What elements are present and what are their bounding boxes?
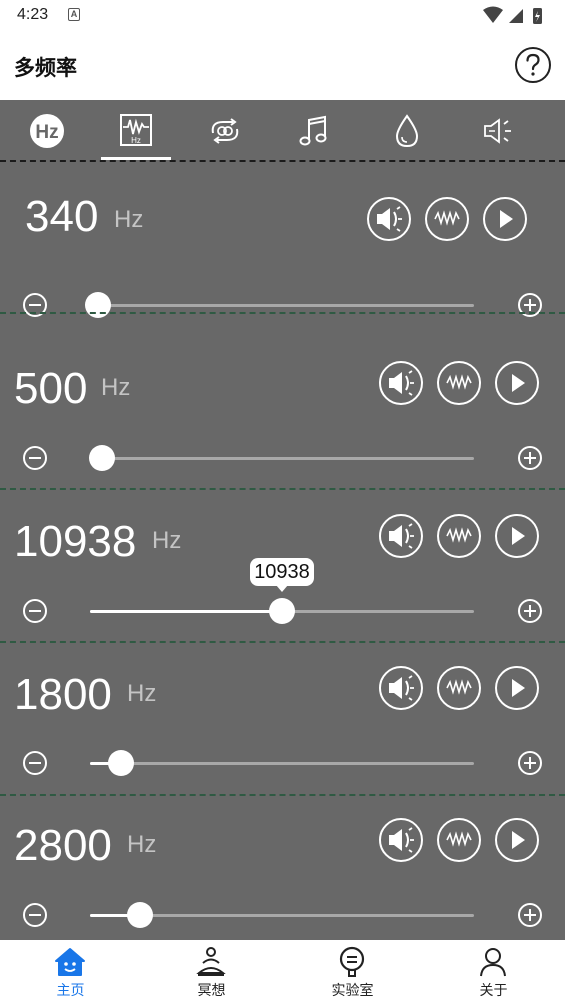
tab-droplet[interactable] bbox=[360, 100, 454, 162]
volume-button[interactable] bbox=[378, 360, 424, 406]
plus-icon[interactable] bbox=[517, 445, 543, 471]
minus-icon[interactable] bbox=[22, 750, 48, 776]
loop-icon bbox=[211, 118, 239, 144]
nav-item-home[interactable]: 主页 bbox=[0, 940, 141, 1004]
app-bar: 多频率 bbox=[0, 32, 565, 100]
droplet-icon bbox=[395, 114, 419, 148]
slider-value-tooltip: 10938 bbox=[250, 558, 314, 592]
meditation-icon bbox=[196, 947, 226, 976]
waveform-button[interactable] bbox=[436, 665, 482, 711]
frequency-value: 1800 bbox=[14, 670, 112, 719]
tab-music[interactable] bbox=[267, 100, 361, 162]
speaker-icon bbox=[484, 118, 511, 144]
status-icons bbox=[483, 6, 542, 24]
main-panel: Hz Hz 340 Hz 500 Hz 10938 Hz 10938 1800 … bbox=[0, 100, 565, 940]
tab-hz[interactable]: Hz bbox=[0, 100, 94, 162]
signal-icon bbox=[509, 9, 523, 23]
plus-icon[interactable] bbox=[517, 902, 543, 928]
frequency-slider[interactable] bbox=[90, 902, 474, 928]
home-icon bbox=[55, 948, 85, 976]
frequency-slider[interactable] bbox=[90, 750, 474, 776]
slider-thumb[interactable] bbox=[269, 598, 295, 624]
waveform-button[interactable] bbox=[424, 196, 470, 242]
volume-button[interactable] bbox=[366, 196, 412, 242]
plus-icon[interactable] bbox=[517, 598, 543, 624]
card-divider bbox=[0, 641, 565, 643]
frequency-value: 10938 bbox=[14, 517, 137, 566]
minus-icon[interactable] bbox=[22, 445, 48, 471]
hz-icon: Hz bbox=[30, 114, 64, 148]
lab-icon bbox=[339, 946, 365, 977]
frequency-unit: Hz bbox=[114, 206, 144, 233]
play-button[interactable] bbox=[494, 665, 540, 711]
volume-button[interactable] bbox=[378, 513, 424, 559]
frequency-value: 500 bbox=[14, 364, 88, 413]
nav-label: 主页 bbox=[56, 982, 85, 998]
play-button[interactable] bbox=[494, 817, 540, 863]
slider-thumb[interactable] bbox=[108, 750, 134, 776]
waveform-button[interactable] bbox=[436, 513, 482, 559]
music-note-icon bbox=[299, 115, 327, 146]
waveform-button[interactable] bbox=[436, 360, 482, 406]
help-icon[interactable] bbox=[514, 46, 552, 84]
person-icon bbox=[480, 948, 506, 977]
tab-waveform[interactable]: Hz bbox=[89, 100, 183, 162]
frequency-unit: Hz bbox=[127, 680, 157, 707]
play-button[interactable] bbox=[482, 196, 528, 242]
card-divider bbox=[0, 794, 565, 796]
mode-tabs: Hz Hz bbox=[0, 100, 565, 162]
plus-icon[interactable] bbox=[517, 750, 543, 776]
slider-thumb[interactable] bbox=[127, 902, 153, 928]
nav-item-meditation[interactable]: 冥想 bbox=[141, 940, 282, 1004]
slider-thumb[interactable] bbox=[89, 445, 115, 471]
nav-item-about[interactable]: 关于 bbox=[423, 940, 564, 1004]
frequency-slider[interactable] bbox=[89, 445, 474, 471]
nav-label: 实验室 bbox=[331, 982, 374, 998]
frequency-slider[interactable] bbox=[85, 292, 474, 318]
frequency-value: 2800 bbox=[14, 821, 112, 870]
page-title: 多频率 bbox=[14, 57, 77, 80]
volume-button[interactable] bbox=[378, 817, 424, 863]
tab-speaker[interactable] bbox=[452, 100, 546, 162]
waveform-button[interactable] bbox=[436, 817, 482, 863]
nav-label: 冥想 bbox=[197, 982, 226, 998]
play-button[interactable] bbox=[494, 513, 540, 559]
plus-icon[interactable] bbox=[517, 292, 543, 318]
nav-label: 关于 bbox=[479, 982, 508, 998]
frequency-unit: Hz bbox=[127, 831, 157, 858]
frequency-unit: Hz bbox=[101, 374, 131, 401]
volume-button[interactable] bbox=[378, 665, 424, 711]
play-button[interactable] bbox=[494, 360, 540, 406]
frequency-unit: Hz bbox=[152, 527, 182, 554]
card-divider bbox=[0, 488, 565, 490]
frequency-slider[interactable]: 10938 bbox=[90, 558, 474, 624]
tab-loop[interactable] bbox=[178, 100, 272, 162]
minus-icon[interactable] bbox=[22, 292, 48, 318]
status-time: 4:23 bbox=[17, 6, 49, 23]
frequency-card: 500 Hz bbox=[0, 338, 565, 490]
frequency-value: 340 bbox=[25, 192, 99, 241]
svg-text:Hz: Hz bbox=[35, 122, 58, 143]
frequency-card: 1800 Hz bbox=[0, 644, 565, 796]
frequency-card: 2800 Hz bbox=[0, 797, 565, 940]
notification-icon: A bbox=[68, 8, 80, 21]
frequency-card: 340 Hz bbox=[0, 162, 565, 318]
waveform-hz-icon: Hz bbox=[120, 114, 152, 146]
slider-fill bbox=[90, 610, 282, 613]
status-bar: 4:23 A bbox=[0, 0, 565, 32]
frequency-card: 10938 Hz 10938 bbox=[0, 491, 565, 643]
svg-text:Hz: Hz bbox=[131, 136, 141, 145]
slider-thumb[interactable] bbox=[85, 292, 111, 318]
nav-item-lab[interactable]: 实验室 bbox=[282, 940, 423, 1004]
minus-icon[interactable] bbox=[22, 902, 48, 928]
bottom-nav: 主页 冥想 实验室 关于 bbox=[0, 940, 565, 1004]
minus-icon[interactable] bbox=[22, 598, 48, 624]
card-divider bbox=[0, 312, 565, 314]
wifi-icon bbox=[483, 6, 503, 23]
